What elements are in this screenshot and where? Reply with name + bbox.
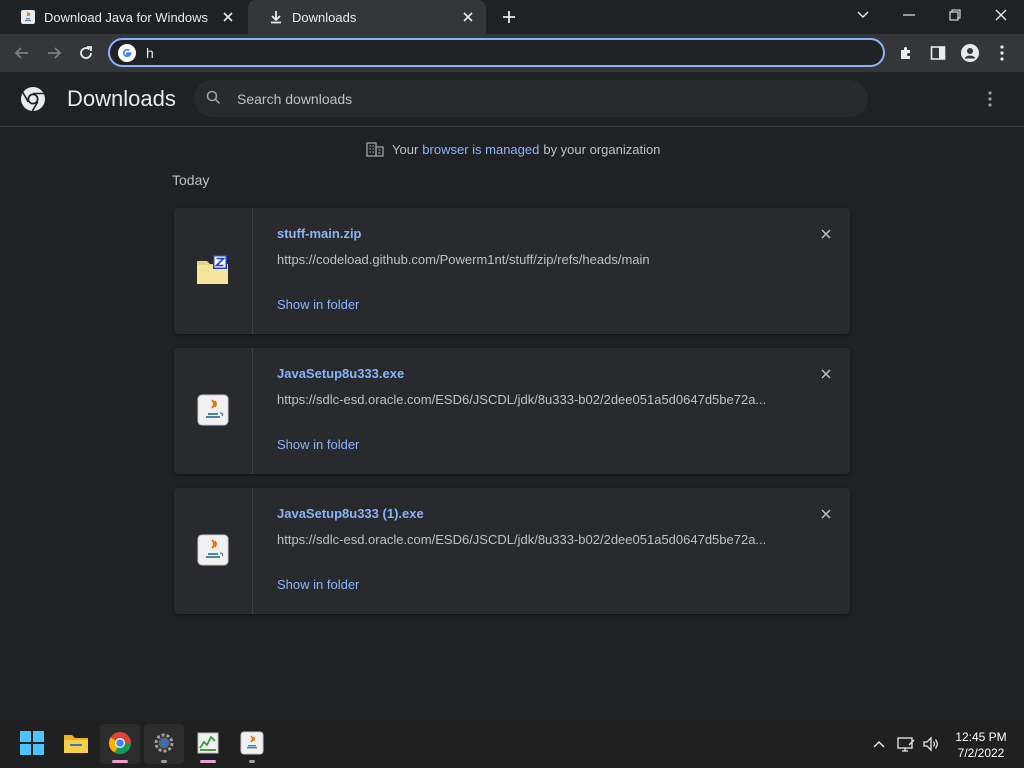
date-group-label: Today <box>172 172 210 188</box>
taskbar-file-explorer[interactable] <box>56 724 96 764</box>
remove-download-button[interactable] <box>816 224 836 244</box>
java-icon <box>20 9 36 25</box>
building-icon <box>366 141 384 157</box>
close-icon <box>821 367 831 382</box>
download-item: JavaSetup8u333 (1).exe https://sdlc-esd.… <box>174 488 850 614</box>
search-icon <box>206 90 221 108</box>
close-icon[interactable] <box>460 9 476 25</box>
volume-icon[interactable] <box>921 734 941 754</box>
folder-icon <box>63 732 89 757</box>
taskbar-settings[interactable] <box>144 724 184 764</box>
search-input[interactable] <box>235 89 835 108</box>
back-button[interactable] <box>8 39 36 67</box>
zip-folder-icon <box>196 254 230 288</box>
extensions-icon[interactable] <box>892 39 920 67</box>
managed-text-suffix: by your organization <box>543 141 661 157</box>
file-name-link[interactable]: JavaSetup8u333.exe <box>277 366 404 381</box>
download-icon <box>268 9 284 25</box>
download-item: stuff-main.zip https://codeload.github.c… <box>174 208 850 334</box>
restore-button[interactable] <box>932 0 978 30</box>
chevron-up-icon[interactable] <box>869 734 889 754</box>
windows-logo-icon <box>20 730 44 758</box>
clock-date: 7/2/2022 <box>957 746 1005 760</box>
profile-icon[interactable] <box>956 39 984 67</box>
file-url: https://sdlc-esd.oracle.com/ESD6/JSCDL/j… <box>277 392 767 407</box>
tab-search-chevron-icon[interactable] <box>840 0 886 30</box>
start-button[interactable] <box>12 724 52 764</box>
managed-text-prefix: Your <box>392 141 419 157</box>
side-panel-icon[interactable] <box>924 39 952 67</box>
chrome-icon <box>108 731 132 758</box>
clock-time: 12:45 PM <box>955 730 1007 744</box>
file-url: https://codeload.github.com/Powerm1nt/st… <box>277 252 650 267</box>
browser-toolbar <box>0 34 1024 72</box>
address-bar[interactable] <box>108 38 885 67</box>
java-installer-icon <box>197 534 229 569</box>
new-tab-button[interactable] <box>498 7 520 27</box>
close-icon[interactable] <box>220 9 236 25</box>
downloads-header: Downloads <box>0 72 1024 127</box>
file-name-link[interactable]: JavaSetup8u333 (1).exe <box>277 506 424 521</box>
reload-button[interactable] <box>72 39 100 67</box>
managed-notice: Your browser is managed by your organiza… <box>366 140 660 158</box>
chrome-logo-icon <box>20 86 46 112</box>
tab-downloads[interactable]: Downloads <box>248 0 486 34</box>
download-item: JavaSetup8u333.exe https://sdlc-esd.orac… <box>174 348 850 474</box>
java-icon <box>240 731 264 758</box>
tab-title: Downloads <box>292 9 357 25</box>
close-icon <box>821 507 831 522</box>
minimize-button[interactable] <box>886 0 932 30</box>
gear-icon <box>152 731 176 758</box>
forward-button[interactable] <box>40 39 68 67</box>
browser-managed-link[interactable]: browser is managed <box>422 142 539 157</box>
taskbar: 12:45 PM 7/2/2022 <box>0 720 1024 768</box>
tab-download-java[interactable]: Download Java for Windows <box>0 0 246 34</box>
address-input[interactable] <box>146 44 846 61</box>
running-indicator <box>200 760 216 763</box>
show-in-folder-link[interactable]: Show in folder <box>277 437 359 452</box>
browser-menu-icon[interactable] <box>988 39 1016 67</box>
downloads-menu-icon[interactable] <box>978 86 1002 112</box>
search-downloads-box[interactable] <box>194 80 868 117</box>
google-icon <box>118 43 136 62</box>
show-in-folder-link[interactable]: Show in folder <box>277 297 359 312</box>
show-in-folder-link[interactable]: Show in folder <box>277 577 359 592</box>
file-name-link[interactable]: stuff-main.zip <box>277 226 362 241</box>
file-url: https://sdlc-esd.oracle.com/ESD6/JSCDL/j… <box>277 532 767 547</box>
running-indicator <box>112 760 128 763</box>
page-title: Downloads <box>67 86 176 111</box>
system-clock[interactable]: 12:45 PM 7/2/2022 <box>946 729 1016 761</box>
taskbar-java-installer[interactable] <box>232 724 272 764</box>
taskbar-resource-monitor[interactable] <box>188 724 228 764</box>
remove-download-button[interactable] <box>816 504 836 524</box>
tab-strip: Download Java for Windows Downloads <box>0 0 1024 34</box>
close-window-button[interactable] <box>978 0 1024 30</box>
network-icon[interactable] <box>896 734 916 754</box>
running-indicator <box>249 760 255 763</box>
running-indicator <box>161 760 167 763</box>
activity-monitor-icon <box>197 732 219 757</box>
taskbar-chrome[interactable] <box>100 724 140 764</box>
remove-download-button[interactable] <box>816 364 836 384</box>
close-icon <box>821 227 831 242</box>
java-installer-icon <box>197 394 229 429</box>
tab-title: Download Java for Windows <box>44 9 209 25</box>
